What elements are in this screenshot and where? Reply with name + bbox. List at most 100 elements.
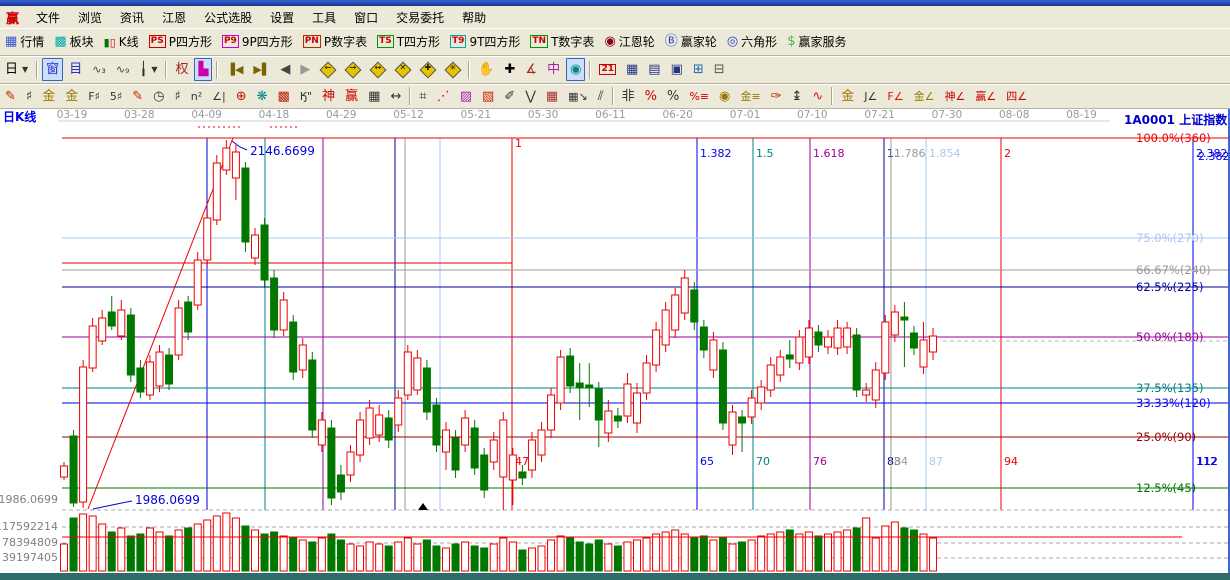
tool-gold-angle[interactable]: 金∠: [910, 85, 939, 108]
tool-gold-wave[interactable]: ∿: [808, 85, 827, 108]
tool-fan-box-1[interactable]: ▨: [456, 85, 476, 108]
tool-gold-lines[interactable]: 金≡: [736, 85, 764, 108]
tool-percent[interactable]: %: [663, 85, 683, 108]
tool-candle-style[interactable]: ╽▼: [135, 58, 161, 81]
tool-win-mark[interactable]: 赢: [341, 85, 362, 108]
menu-item-window[interactable]: 窗口: [345, 7, 387, 28]
tool-network-tool[interactable]: ⊞: [689, 58, 708, 81]
tool-wave-3[interactable]: ∿₃: [88, 58, 110, 81]
tool-info-view[interactable]: 目: [65, 58, 86, 81]
tool-brush[interactable]: ✎: [1, 85, 20, 108]
tool-prev-screen[interactable]: ◀: [276, 58, 294, 81]
tool-hand-tool[interactable]: ✋: [474, 58, 498, 81]
tool-f-angle[interactable]: F∠: [883, 85, 907, 108]
tool-percent-red[interactable]: %: [641, 85, 661, 108]
toolbar-button-t-number-table[interactable]: TNT数字表: [526, 30, 598, 53]
toolbar-button-p-square[interactable]: PSP四方形: [145, 30, 216, 53]
tool-angle-tool[interactable]: ∡: [521, 58, 541, 81]
tool-diamond-plus[interactable]: ✚: [416, 58, 439, 81]
tool-red-brush[interactable]: ✎: [128, 85, 147, 108]
toolbar-button-winner-wheel[interactable]: Ⓑ赢家轮: [661, 30, 721, 53]
tool-angle-mirror[interactable]: ∠|: [208, 85, 230, 108]
tool-first-screen[interactable]: ▐◀: [222, 58, 247, 81]
tool-fan-box-2[interactable]: ▧: [478, 85, 498, 108]
toolbar-button-hexagon[interactable]: ◎六角形: [723, 30, 781, 53]
toolbar-button-sectors[interactable]: ▩板块: [50, 30, 97, 53]
tool-gold-grid-2[interactable]: 金: [61, 85, 82, 108]
tool-grid-arrow[interactable]: ▦↘: [564, 85, 592, 108]
tool-clock-circle[interactable]: ◷: [149, 85, 168, 108]
toolbar-button-9p-square[interactable]: P99P四方形: [218, 30, 297, 53]
tool-check-lines[interactable]: ⋁: [521, 85, 540, 108]
tool-shen-angle[interactable]: 神∠: [940, 85, 969, 108]
tool-diamond-x[interactable]: ✕: [391, 58, 414, 81]
crosshair-tool-icon: ✚: [505, 63, 516, 76]
toolbar-button-gann-wheel[interactable]: ◉江恩轮: [600, 30, 658, 53]
tool-k-mark[interactable]: Ӄ": [296, 85, 316, 108]
tool-calendar-tool[interactable]: 21: [595, 58, 620, 81]
toolbar-view: 日▼窗目∿₃∿₉╽▼权▙▐◀▶▌◀▶←→↔✕✚✳✋✚∡中◉21▦▤▣⊞⊟: [0, 56, 1230, 84]
tool-last-screen[interactable]: ▶▌: [249, 58, 274, 81]
tool-crosshair-tool[interactable]: ✚: [501, 58, 520, 81]
toolbar-button-winner-service[interactable]: $赢家服务: [783, 30, 850, 53]
menu-item-news[interactable]: 资讯: [111, 7, 153, 28]
tool-window-overlay[interactable]: 窗: [42, 58, 63, 81]
tool-pencil-lines[interactable]: ✐: [500, 85, 519, 108]
tool-percent-lines[interactable]: %≡: [685, 85, 713, 108]
tool-period-day[interactable]: 日▼: [1, 58, 32, 81]
tool-volume-panel[interactable]: ▙: [194, 58, 212, 81]
tool-span-arrows[interactable]: ↔: [386, 85, 405, 108]
toolbar-button-kline[interactable]: ▮▯K线: [100, 30, 143, 53]
toolbar-button-quote[interactable]: ▦行情: [1, 30, 48, 53]
tool-printer-tool[interactable]: ⊟: [710, 58, 729, 81]
tool-scale-tool[interactable]: 非: [618, 85, 639, 108]
menu-item-browse[interactable]: 浏览: [69, 7, 111, 28]
menu-item-file[interactable]: 文件: [27, 7, 69, 28]
volume-bar: [681, 534, 688, 571]
menu-item-formula-stock-pick[interactable]: 公式选股: [195, 7, 261, 28]
tool-shen-mark[interactable]: 神: [318, 85, 339, 108]
tool-win-angle[interactable]: 赢∠: [971, 85, 1000, 108]
tool-calculator-tool[interactable]: ▦: [622, 58, 642, 81]
tool-diamond-left[interactable]: ←: [316, 58, 339, 81]
tool-center-flower-tool[interactable]: 中: [543, 58, 564, 81]
tool-slash-lines[interactable]: ⫽: [594, 85, 608, 108]
tool-square-flower[interactable]: ▩: [274, 85, 294, 108]
tool-box-tool[interactable]: ⌗: [415, 85, 430, 108]
toolbar-button-t-square[interactable]: TST四方形: [373, 30, 444, 53]
tool-grid-fence[interactable]: ♯: [22, 85, 36, 108]
menu-item-tools[interactable]: 工具: [303, 7, 345, 28]
tool-diamond-star[interactable]: ✳: [441, 58, 464, 81]
tool-pen-flag[interactable]: ✑: [767, 85, 786, 108]
tool-wave-9[interactable]: ∿₉: [112, 58, 134, 81]
tool-gold-grid-1[interactable]: 金: [38, 85, 59, 108]
tool-five-grid[interactable]: 5♯: [106, 85, 126, 108]
toolbar-button-9t-square[interactable]: T99T四方形: [446, 30, 524, 53]
tool-j-angle[interactable]: J∠: [860, 85, 881, 108]
menu-item-help[interactable]: 帮助: [453, 7, 495, 28]
tool-gold-underline[interactable]: 金: [837, 85, 858, 108]
tool-notepad-tool[interactable]: ▤: [644, 58, 664, 81]
tool-updown-gold[interactable]: ↨: [787, 85, 806, 108]
tool-ex-rights[interactable]: 权: [171, 58, 192, 81]
tool-next-screen[interactable]: ▶: [296, 58, 314, 81]
tool-circle-target[interactable]: ⊕: [232, 85, 251, 108]
tool-ruler-123[interactable]: ▦: [364, 85, 384, 108]
tool-n-square[interactable]: n²: [187, 85, 206, 108]
menu-item-trade-entrust[interactable]: 交易委托: [387, 7, 453, 28]
menu-item-settings[interactable]: 设置: [261, 7, 303, 28]
tool-red-fan[interactable]: ⋰: [433, 85, 454, 108]
toolbar-button-p-number-table[interactable]: PNP数字表: [299, 30, 371, 53]
tool-diamond-right[interactable]: →: [341, 58, 364, 81]
tool-f-grid[interactable]: F♯: [84, 85, 104, 108]
tool-star-flower[interactable]: ❋: [253, 85, 272, 108]
tool-gold-circle[interactable]: ◉: [715, 85, 734, 108]
tool-save-tool[interactable]: ▣: [667, 58, 687, 81]
check-lines-icon: ⋁: [525, 90, 536, 103]
tool-grid-dense[interactable]: ▦: [542, 85, 562, 108]
tool-brain-tool[interactable]: ◉: [566, 58, 585, 81]
tool-diamond-h[interactable]: ↔: [366, 58, 389, 81]
tool-fence-2[interactable]: ♯: [170, 85, 184, 108]
menu-item-gann[interactable]: 江恩: [153, 7, 195, 28]
tool-si-angle[interactable]: 四∠: [1002, 85, 1031, 108]
